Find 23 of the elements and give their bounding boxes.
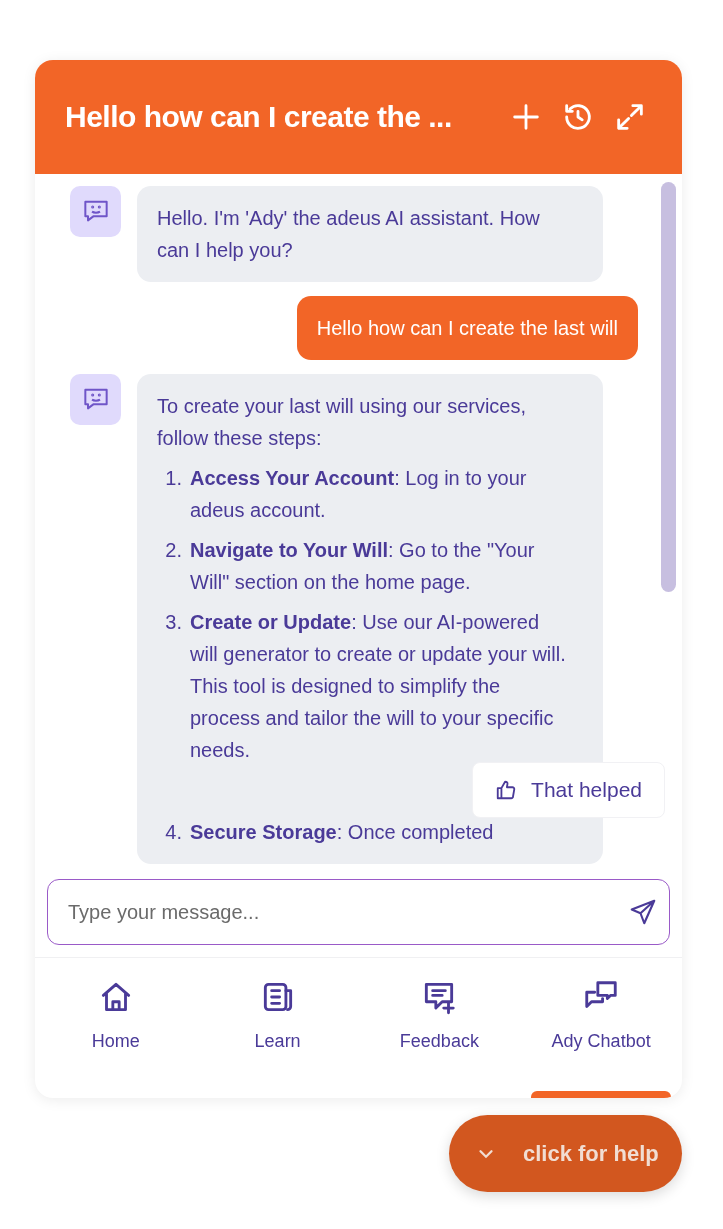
message-text: Hello. I'm 'Ady' the adeus AI assistant. How can I help you? bbox=[157, 205, 541, 263]
nav-item[interactable]: Learn bbox=[196, 978, 359, 1098]
list-number: 4. bbox=[164, 819, 182, 845]
nav-item[interactable]: Feedback bbox=[358, 978, 521, 1098]
feedback-button[interactable]: That helped bbox=[472, 761, 665, 818]
bot-avatar-icon bbox=[70, 185, 121, 237]
list-number: 1. bbox=[164, 465, 182, 491]
message-input[interactable]: Type your message... bbox=[47, 879, 670, 945]
scrollbar[interactable] bbox=[661, 181, 676, 592]
user-message: Hello how can I create the last will bbox=[296, 295, 638, 360]
nav-item[interactable]: Ady Chatbot bbox=[520, 978, 682, 1098]
bot-avatar-icon bbox=[70, 373, 121, 425]
list-item-text: Create or Update: Use our AI-powered will generator to create or update your will. This tool is designed to simplify the process and tailor the will to your specific needs. bbox=[190, 609, 567, 763]
send-icon[interactable] bbox=[628, 897, 658, 927]
list-item-text: Access Your Account: Log in to your adeus account. bbox=[190, 465, 528, 523]
list-number: 2. bbox=[164, 537, 182, 563]
thumbs-up-icon bbox=[495, 778, 518, 801]
chat-title: Hello how can I create the ... bbox=[65, 99, 453, 136]
message-text: To create your last will using our services, follow these steps: bbox=[157, 393, 528, 451]
list-number: 3. bbox=[164, 609, 182, 635]
list-item-text: Navigate to Your Will: Go to the "Your Will" section on the home page. bbox=[190, 537, 536, 595]
list-item-text: Secure Storage: Once completed bbox=[190, 819, 494, 845]
nav-item[interactable]: Home bbox=[35, 978, 197, 1098]
